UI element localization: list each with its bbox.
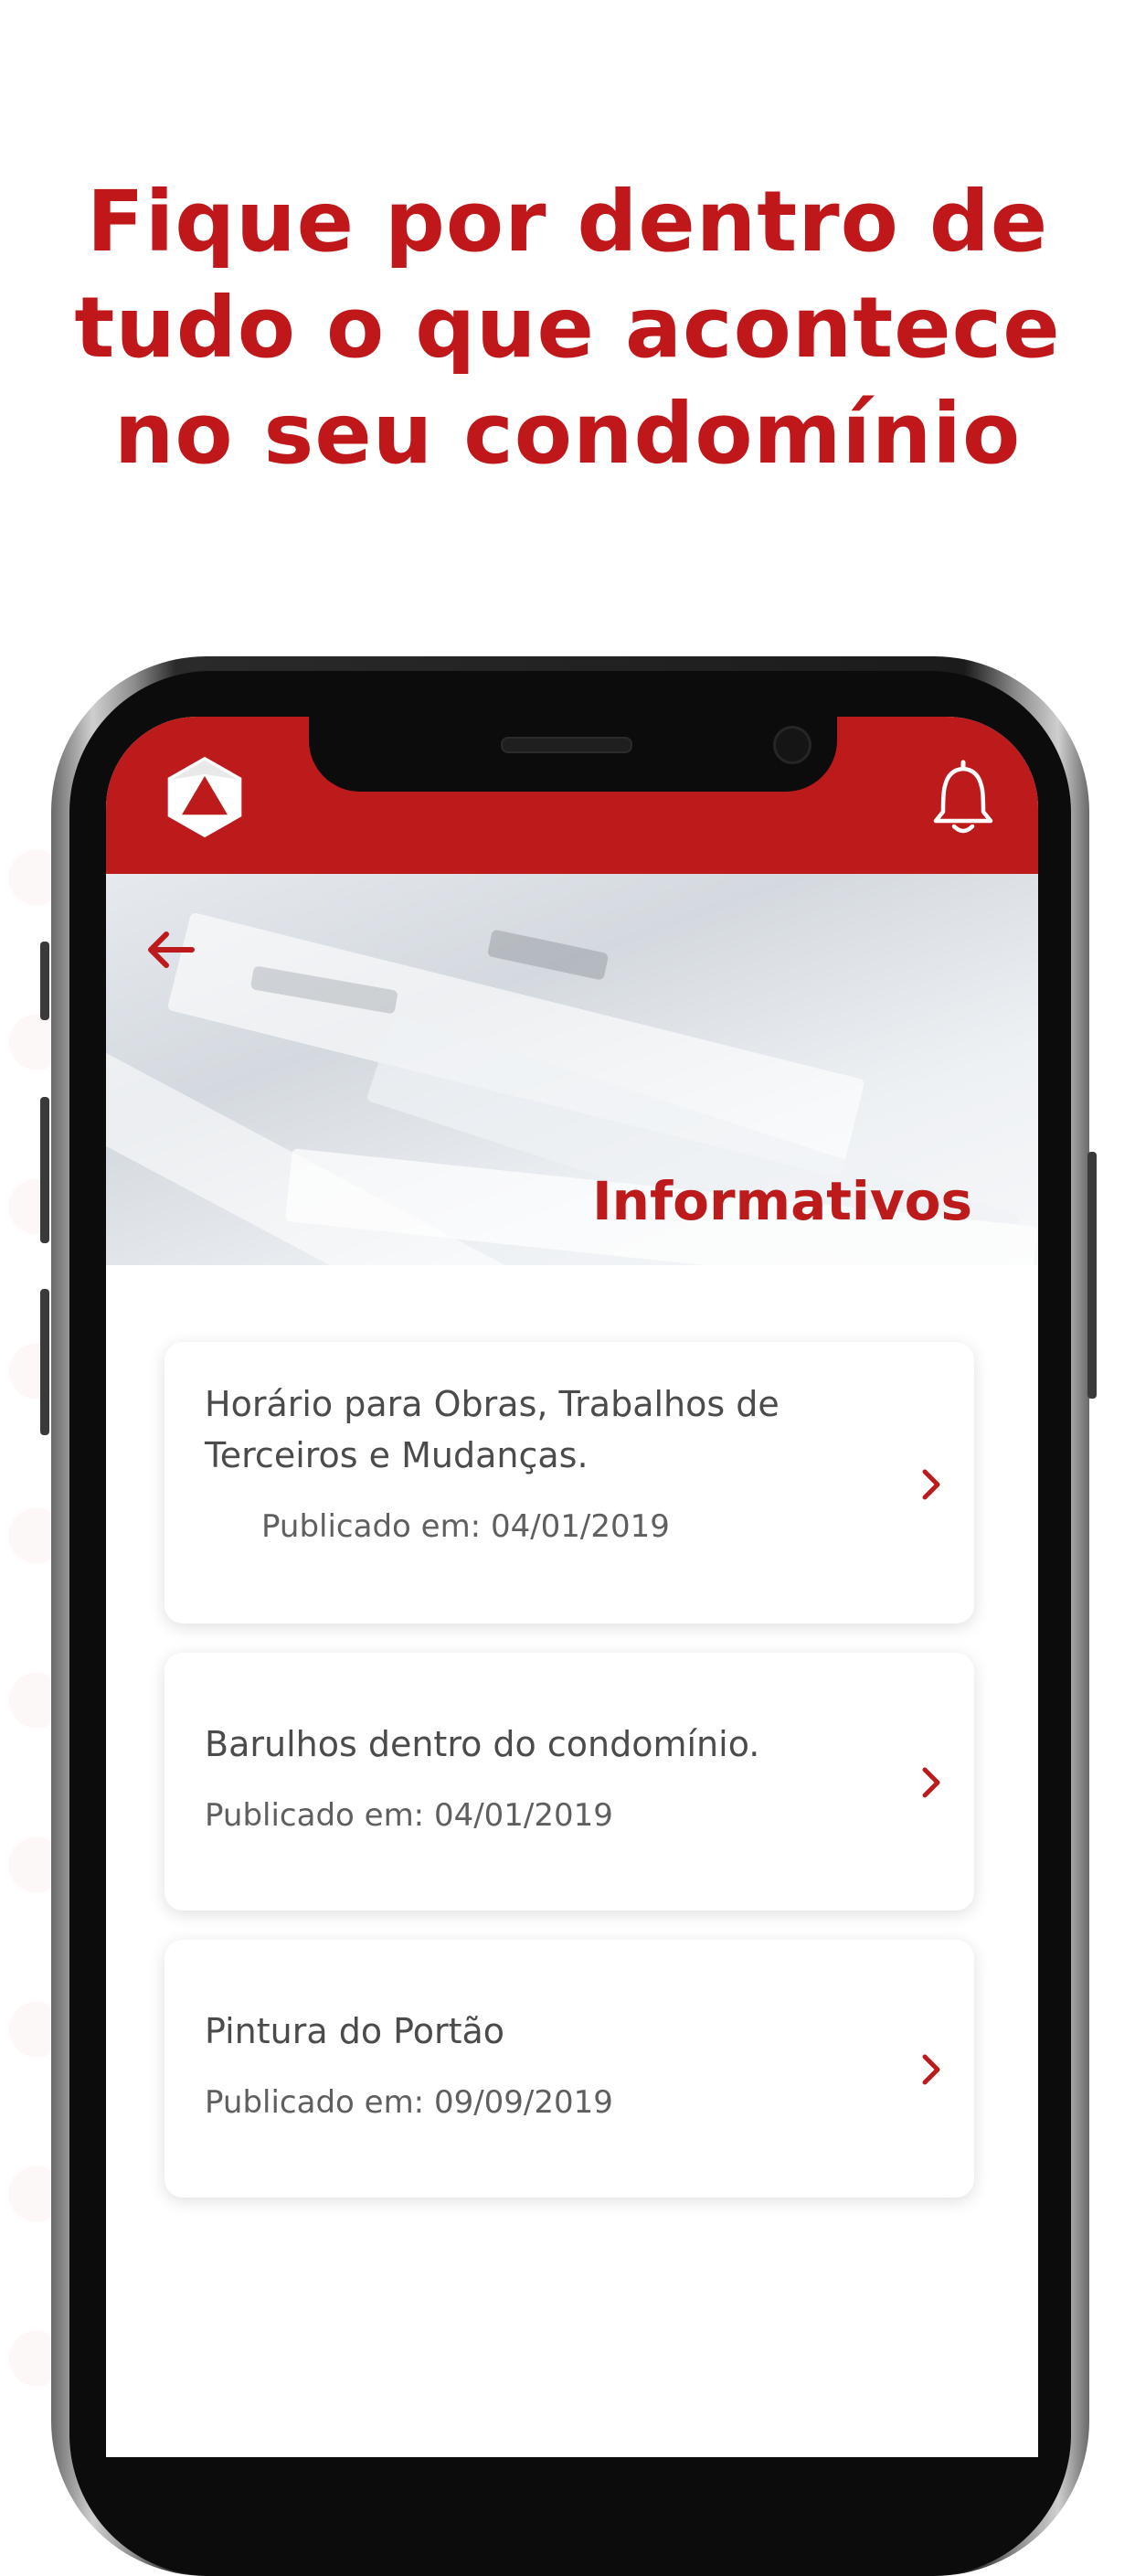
front-camera bbox=[773, 726, 811, 764]
item-date: Publicado em: 04/01/2019 bbox=[261, 1508, 670, 1545]
list-item[interactable]: Horário para Obras, Trabalhos de Terceir… bbox=[164, 1342, 974, 1623]
item-date: Publicado em: 09/09/2019 bbox=[205, 2084, 613, 2121]
list-item[interactable]: Barulhos dentro do condomínio. Publicado… bbox=[164, 1653, 974, 1911]
item-title-line-2: Terceiros e Mudanças. bbox=[205, 1435, 589, 1475]
arrow-left-icon[interactable] bbox=[143, 927, 197, 973]
phone-mute-button bbox=[40, 942, 49, 1020]
triangle-hexagon-logo-icon[interactable] bbox=[161, 753, 249, 841]
bell-icon[interactable] bbox=[928, 757, 998, 837]
informativos-list: Horário para Obras, Trabalhos de Terceir… bbox=[164, 1342, 974, 2227]
headline-line-3: no seu condomínio bbox=[113, 385, 1022, 483]
app-screen: Informativos Horário para Obras, Trabalh… bbox=[106, 717, 1038, 2457]
chevron-right-icon bbox=[922, 1469, 940, 1500]
item-title-line-1: Barulhos dentro do condomínio. bbox=[205, 1724, 760, 1764]
phone-volume-up-button bbox=[40, 1097, 49, 1243]
newspaper-decoration bbox=[486, 929, 610, 981]
phone-power-button bbox=[1087, 1152, 1097, 1399]
speaker-grille bbox=[501, 737, 632, 753]
page-title: Informativos bbox=[592, 1170, 972, 1232]
phone-notch bbox=[309, 717, 837, 792]
list-item[interactable]: Pintura do Portão Publicado em: 09/09/20… bbox=[164, 1940, 974, 2198]
item-title-line-1: Pintura do Portão bbox=[205, 2011, 505, 2051]
item-title-line-1: Horário para Obras, Trabalhos de bbox=[205, 1384, 780, 1424]
phone-volume-down-button bbox=[40, 1289, 49, 1435]
headline-line-1: Fique por dentro de bbox=[86, 173, 1049, 271]
marketing-headline: Fique por dentro de tudo o que acontece … bbox=[0, 169, 1135, 487]
chevron-right-icon bbox=[922, 1767, 940, 1798]
chevron-right-icon bbox=[922, 2054, 940, 2085]
item-date: Publicado em: 04/01/2019 bbox=[205, 1797, 613, 1834]
hero-banner: Informativos bbox=[106, 874, 1038, 1265]
headline-line-2: tudo o que acontece bbox=[74, 279, 1061, 377]
